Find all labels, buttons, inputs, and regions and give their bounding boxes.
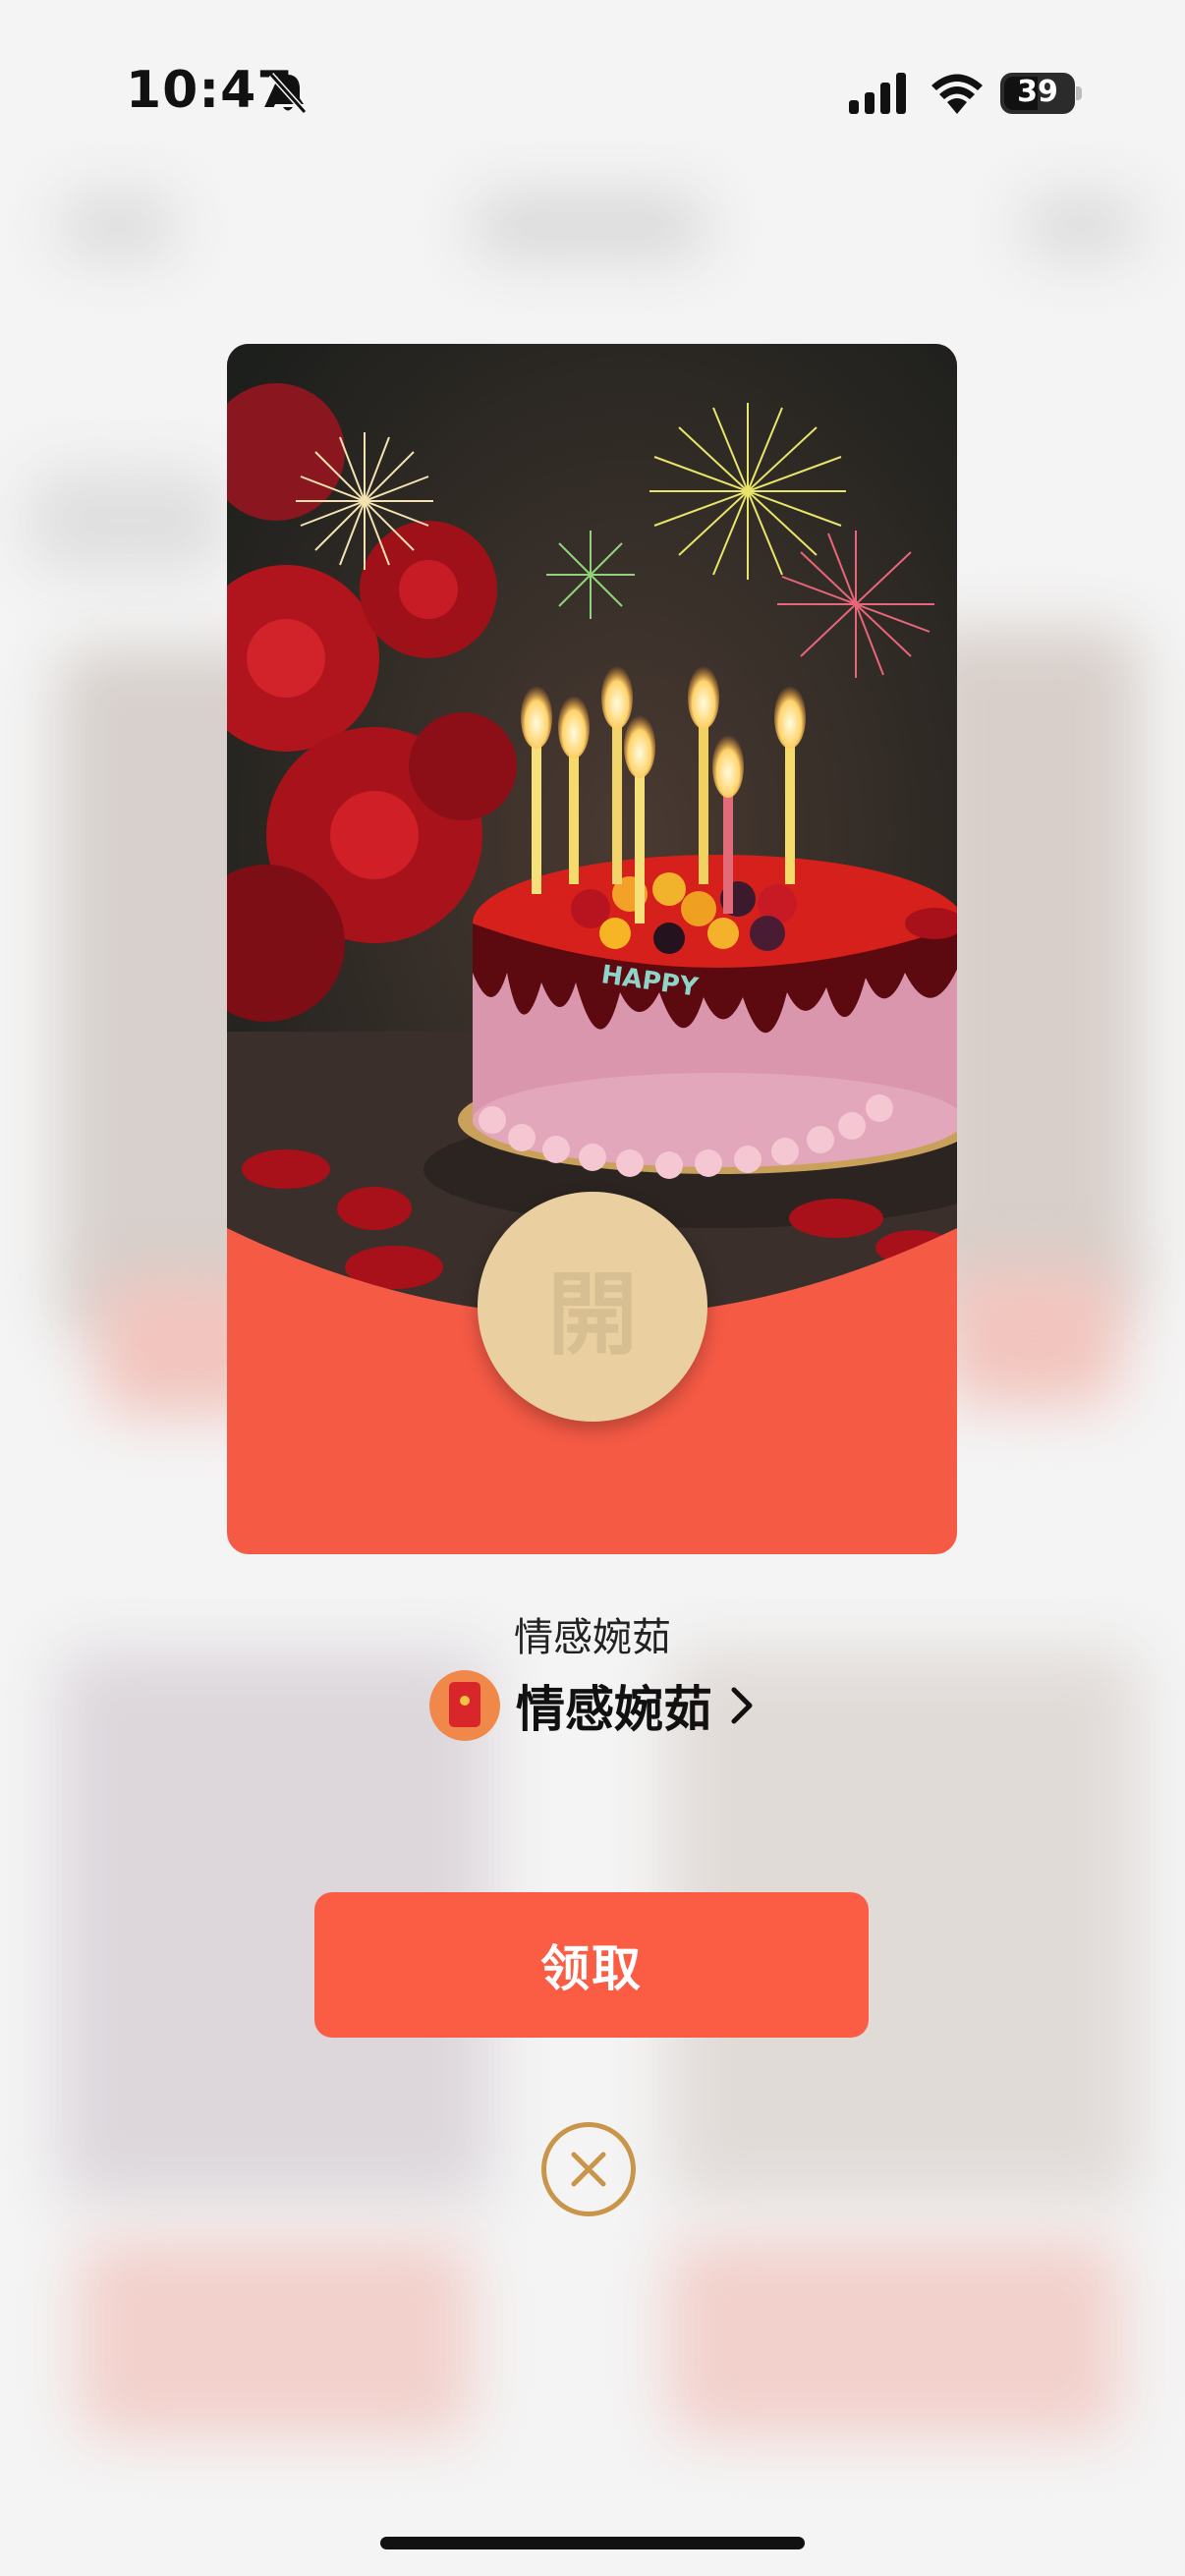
home-indicator[interactable] [380, 2537, 805, 2549]
bg-block [29, 472, 226, 570]
red-envelope-icon [429, 1670, 500, 1741]
receive-button[interactable]: 领取 [314, 1892, 869, 2038]
bell-slash-icon [268, 72, 308, 115]
bg-title [472, 196, 707, 255]
battery-icon: 39 [1000, 73, 1075, 114]
open-label: 開 [546, 1260, 638, 1368]
wifi-icon [931, 74, 983, 114]
bg-back-button [59, 196, 177, 255]
sender-profile-link[interactable]: 情感婉茹 [0, 1670, 1185, 1741]
sender-label: 情感婉茹 [514, 1615, 671, 1660]
chevron-right-icon [731, 1687, 753, 1724]
bg-feed-footer [668, 2240, 1120, 2436]
cellular-signal-icon [849, 73, 906, 114]
close-circle-icon[interactable] [541, 2122, 636, 2216]
bg-feed-footer [79, 2240, 472, 2436]
status-bar: 10:47 39 [0, 0, 1185, 187]
battery-tip [1076, 86, 1082, 100]
open-button[interactable]: 開 [478, 1192, 707, 1422]
battery-level: 39 [1017, 75, 1058, 109]
bg-action [1022, 196, 1140, 255]
sender-name: 情感婉茹 [516, 1681, 712, 1738]
cover-image: HAPPY [227, 344, 957, 1326]
bg-red-strip [943, 1267, 1120, 1405]
